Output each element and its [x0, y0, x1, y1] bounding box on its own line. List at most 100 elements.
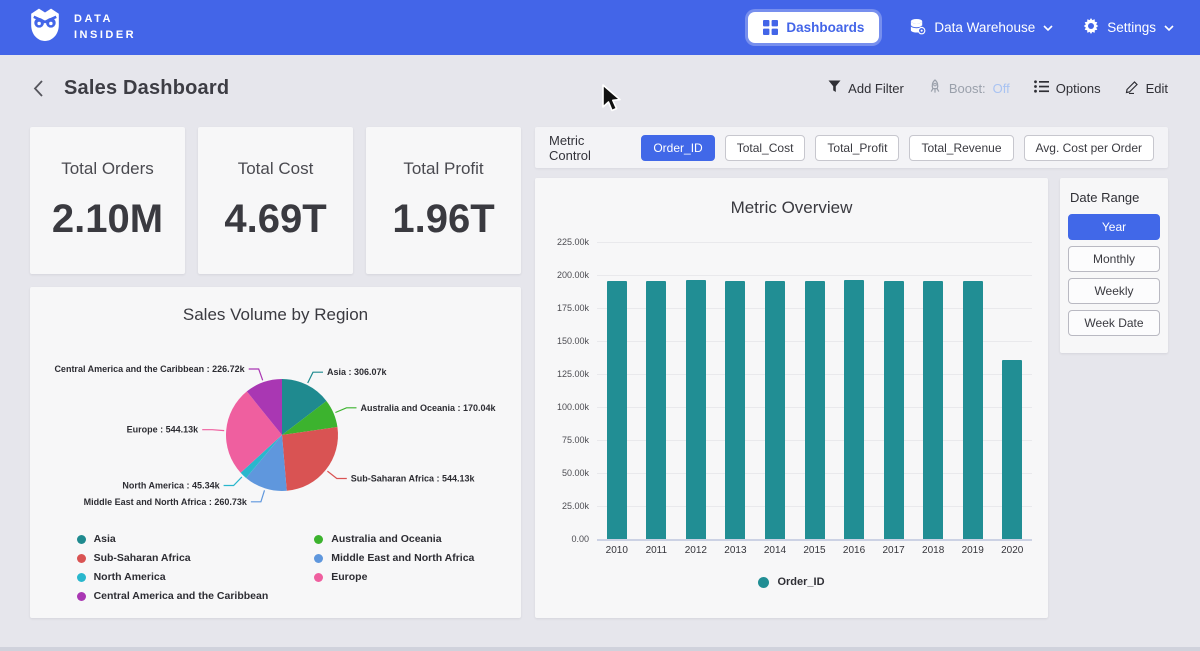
- legend-dot: [77, 554, 86, 563]
- metric-chip-total-profit[interactable]: Total_Profit: [815, 135, 899, 161]
- pie-leader-line: [308, 372, 323, 383]
- y-tick-label: 75.00k: [541, 435, 589, 445]
- pie-leader-line: [202, 430, 224, 431]
- pie-legend-item-sub-saharan-africa[interactable]: Sub-Saharan Africa: [77, 552, 269, 564]
- date-range-weekly[interactable]: Weekly: [1068, 278, 1160, 304]
- add-filter-label: Add Filter: [848, 81, 904, 96]
- date-range-year[interactable]: Year: [1068, 214, 1160, 240]
- legend-label: Australia and Oceania: [331, 533, 441, 545]
- pie-chart-title: Sales Volume by Region: [30, 287, 521, 325]
- bar-slot: [834, 242, 874, 539]
- y-tick-label: 175.00k: [541, 303, 589, 313]
- chevron-down-icon: [1164, 20, 1174, 35]
- x-label-2019: 2019: [953, 545, 993, 556]
- bar-chart-card: Metric Overview 201020112012201320142015…: [535, 178, 1048, 618]
- date-range-week-date[interactable]: Week Date: [1068, 310, 1160, 336]
- list-options-icon: [1034, 80, 1049, 96]
- bar-2014[interactable]: [765, 281, 785, 539]
- pie-legend-item-north-america[interactable]: North America: [77, 571, 269, 583]
- x-axis-labels: 2010201120122013201420152016201720182019…: [597, 545, 1032, 556]
- y-tick-label: 50.00k: [541, 468, 589, 478]
- pie-label-central-america-and-the-caribbean: Central America and the Caribbean : 226.…: [54, 364, 245, 374]
- bar-plot-area: [597, 242, 1032, 539]
- pie-legend-item-asia[interactable]: Asia: [77, 533, 269, 545]
- bar-slot: [874, 242, 914, 539]
- y-tick-label: 125.00k: [541, 369, 589, 379]
- metric-chip-order-id[interactable]: Order_ID: [641, 135, 714, 161]
- pie-legend: Asia Sub-Saharan Africa North America Centr…: [30, 533, 521, 602]
- date-range-buttons: Year Monthly Weekly Week Date: [1068, 214, 1160, 336]
- x-label-2010: 2010: [597, 545, 637, 556]
- pie-leader-line: [224, 477, 242, 486]
- date-range-label: Date Range: [1070, 190, 1160, 205]
- bar-2020[interactable]: [1002, 360, 1022, 539]
- boost-toggle[interactable]: Boost: Off: [928, 79, 1010, 97]
- nav-settings-button[interactable]: Settings: [1083, 18, 1174, 37]
- kpi-value: 2.10M: [52, 197, 163, 242]
- page-header: Sales Dashboard Add Filter Boost: Off: [0, 55, 1200, 121]
- pie-legend-item-australia-and-oceania[interactable]: Australia and Oceania: [314, 533, 474, 545]
- pie-leader-line: [335, 408, 356, 413]
- legend-label: North America: [94, 571, 166, 583]
- edit-button[interactable]: Edit: [1125, 80, 1168, 97]
- pie-legend-item-europe[interactable]: Europe: [314, 571, 474, 583]
- kpi-card-total-cost: Total Cost 4.69T: [198, 127, 353, 274]
- legend-label: Middle East and North Africa: [331, 552, 474, 564]
- bar-slot: [676, 242, 716, 539]
- pie-legend-item-middle-east-and-north-africa[interactable]: Middle East and North Africa: [314, 552, 474, 564]
- pie-slice-sub-saharan-africa[interactable]: [282, 427, 338, 491]
- x-label-2013: 2013: [716, 545, 756, 556]
- pie-label-europe: Europe : 544.13k: [127, 425, 200, 435]
- kpi-value: 1.96T: [392, 197, 494, 242]
- legend-label: Europe: [331, 571, 367, 583]
- date-range-panel: Date Range Year Monthly Weekly Week Date: [1060, 178, 1168, 353]
- bar-slot: [953, 242, 993, 539]
- x-label-2014: 2014: [755, 545, 795, 556]
- pie-chart-card: Sales Volume by Region Asia : 306.07k Aus…: [30, 287, 521, 618]
- add-filter-button[interactable]: Add Filter: [828, 80, 904, 96]
- bar-2015[interactable]: [805, 281, 825, 539]
- y-tick-label: 200.00k: [541, 270, 589, 280]
- bar-slot: [992, 242, 1032, 539]
- legend-dot: [77, 535, 86, 544]
- back-button[interactable]: [32, 79, 44, 98]
- bar-2019[interactable]: [963, 281, 983, 539]
- bar-slot: [597, 242, 637, 539]
- bar-chart-title: Metric Overview: [535, 178, 1048, 218]
- metric-chip-total-cost[interactable]: Total_Cost: [725, 135, 806, 161]
- metric-chip-total-revenue[interactable]: Total_Revenue: [909, 135, 1013, 161]
- brand-logo[interactable]: DATA INSIDER: [26, 6, 136, 49]
- bar-chart-legend[interactable]: Order_ID: [535, 576, 1048, 588]
- bar-2017[interactable]: [884, 281, 904, 539]
- bar-2010[interactable]: [607, 281, 627, 539]
- pie-label-north-america: North America : 45.34k: [122, 481, 220, 491]
- pie-label-asia: Asia : 306.07k: [327, 367, 388, 377]
- y-tick-label: 225.00k: [541, 237, 589, 247]
- pie-leader-line: [327, 471, 346, 478]
- nav-data-warehouse-button[interactable]: Data Warehouse: [909, 18, 1053, 38]
- x-label-2016: 2016: [834, 545, 874, 556]
- x-label-2012: 2012: [676, 545, 716, 556]
- bar-2018[interactable]: [923, 281, 943, 539]
- bar-2013[interactable]: [725, 281, 745, 539]
- legend-label: Sub-Saharan Africa: [94, 552, 191, 564]
- bar-2012[interactable]: [686, 280, 706, 539]
- legend-dot: [77, 573, 86, 582]
- date-range-monthly[interactable]: Monthly: [1068, 246, 1160, 272]
- bar-slot: [637, 242, 677, 539]
- pie-label-australia-and-oceania: Australia and Oceania : 170.04k: [361, 403, 497, 413]
- pie-chart: Asia : 306.07k Australia and Oceania : 17…: [30, 325, 521, 531]
- bar-2016[interactable]: [844, 280, 864, 539]
- x-label-2017: 2017: [874, 545, 914, 556]
- options-button[interactable]: Options: [1034, 80, 1101, 96]
- bar-slot: [795, 242, 835, 539]
- chevron-down-icon: [1043, 20, 1053, 35]
- y-tick-label: 25.00k: [541, 501, 589, 511]
- x-label-2015: 2015: [795, 545, 835, 556]
- pie-legend-item-central-america-and-the-caribbean[interactable]: Central America and the Caribbean: [77, 590, 269, 602]
- bar-2011[interactable]: [646, 281, 666, 539]
- kpi-label: Total Orders: [61, 159, 154, 179]
- nav-data-warehouse-label: Data Warehouse: [934, 20, 1035, 35]
- nav-dashboards-button[interactable]: Dashboards: [748, 12, 879, 43]
- metric-chip-avg-cost-per-order[interactable]: Avg. Cost per Order: [1024, 135, 1155, 161]
